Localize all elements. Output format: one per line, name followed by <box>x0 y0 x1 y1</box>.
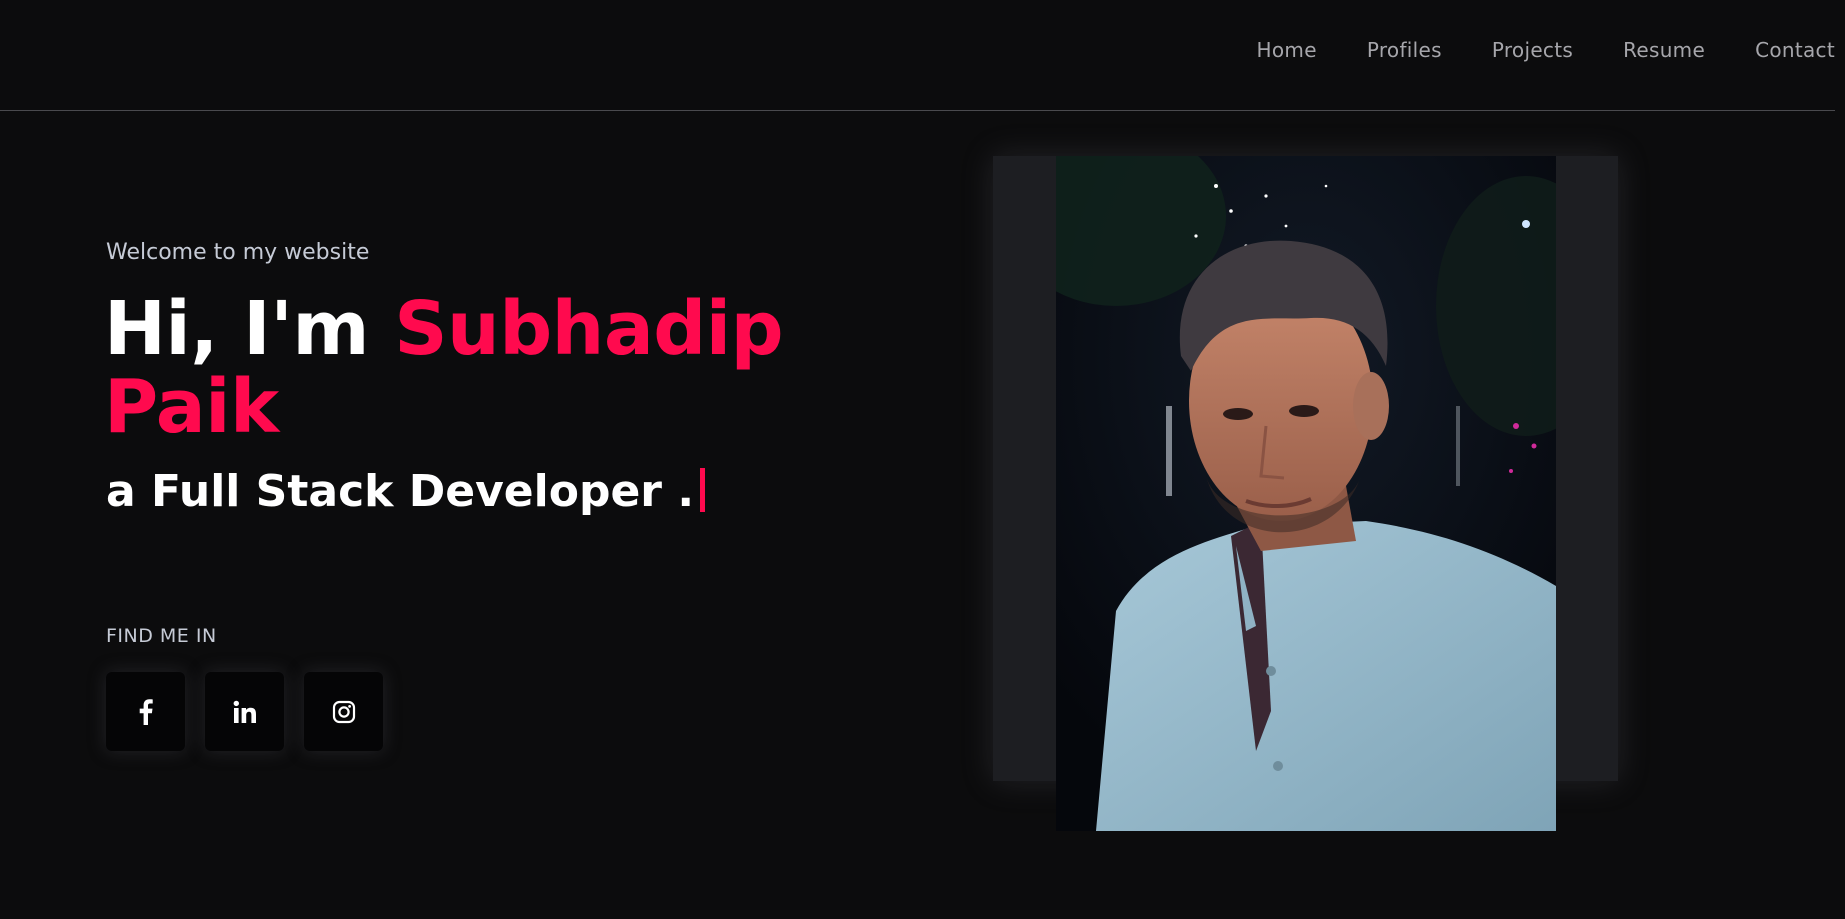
linkedin-button[interactable] <box>205 672 284 751</box>
nav-home-link[interactable]: Home <box>1257 38 1317 62</box>
nav-projects-link[interactable]: Projects <box>1492 38 1573 62</box>
hero-role: a Full Stack Developer . <box>106 466 706 517</box>
typing-cursor <box>700 468 706 512</box>
page: Home Profiles Projects Resume Contact We… <box>0 0 1845 919</box>
find-me-heading: FIND ME IN <box>106 625 217 647</box>
profile-photo <box>1056 156 1556 831</box>
social-links <box>106 672 383 751</box>
facebook-button[interactable] <box>106 672 185 751</box>
nav-profiles-link[interactable]: Profiles <box>1367 38 1442 62</box>
facebook-icon <box>139 698 153 725</box>
nav-contact-link[interactable]: Contact <box>1755 38 1835 62</box>
hero-role-text: a Full Stack Developer . <box>106 466 695 517</box>
hero-title: Hi, I'm Subhadip Paik <box>104 290 824 446</box>
hero-greeting: Hi, I'm <box>104 286 395 372</box>
nav-resume-link[interactable]: Resume <box>1623 38 1705 62</box>
nav-menu: Home Profiles Projects Resume Contact <box>1257 38 1835 62</box>
instagram-icon <box>332 700 356 724</box>
instagram-button[interactable] <box>304 672 383 751</box>
linkedin-icon <box>233 700 257 724</box>
navbar: Home Profiles Projects Resume Contact <box>0 0 1835 111</box>
welcome-text: Welcome to my website <box>106 240 370 265</box>
